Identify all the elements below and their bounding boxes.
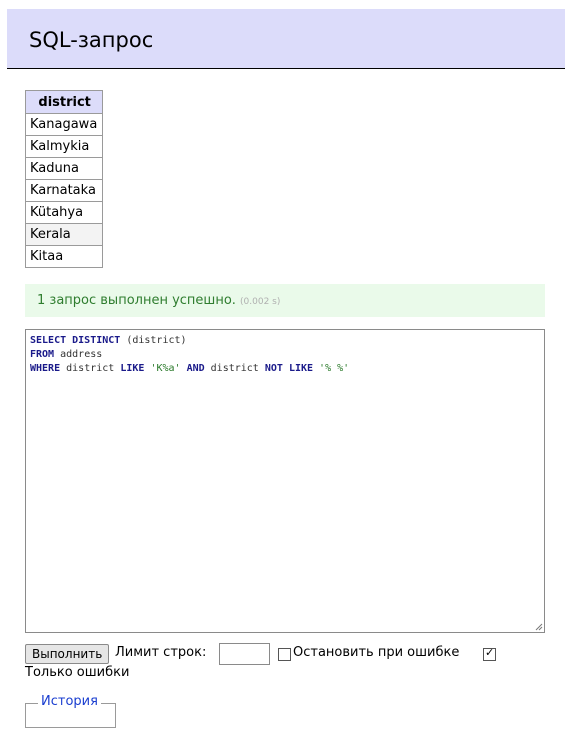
success-message: 1 запрос выполнен успешно. (0.002 s) [25,284,545,317]
sql-text: district [60,363,121,374]
table-cell: Kalmykia [24,135,104,158]
sql-string: 'K%a' [144,363,181,374]
sql-keyword: AND [180,363,205,374]
sql-string: '% %' [313,363,350,374]
table-cell: Kanagawa [24,113,104,136]
sql-text: (district) [120,335,187,346]
page-title: SQL-запрос [29,28,154,52]
sql-text: district [204,363,265,374]
table-row: Kütahya [24,201,104,224]
table-cell: Kaduna [24,157,104,180]
sql-code[interactable]: SELECT DISTINCT (district) FROM address … [30,334,349,376]
table-row: Kalmykia [24,135,104,158]
table-cell: Karnataka [24,179,104,202]
table-header-row: district [24,90,104,114]
sql-editor[interactable]: SELECT DISTINCT (district) FROM address … [25,329,545,633]
stop-on-error-label[interactable]: Остановить при ошибке [293,645,459,660]
sql-keyword: FROM [30,349,55,360]
sql-keyword: WHERE [30,363,61,374]
table-cell: Kitaa [24,245,104,268]
table-row: Kerala [24,223,104,246]
history-section: История [25,694,116,728]
result-table: district Kanagawa Kalmykia Kaduna Karnat… [24,90,104,268]
success-message-text: 1 запрос выполнен успешно. [37,293,236,308]
table-cell: Kütahya [24,201,104,224]
table-row: Kitaa [24,245,104,268]
row-limit-label: Лимит строк: [115,645,207,660]
table-row: Karnataka [24,179,104,202]
execute-button[interactable]: Выполнить [25,644,110,664]
table-row: Kaduna [24,157,104,180]
errors-only-label[interactable]: Только ошибки [25,665,129,680]
table-row: Kanagawa [24,113,104,136]
resize-grip-icon[interactable] [535,623,543,631]
row-limit-input[interactable] [219,643,270,665]
history-link[interactable]: История [38,694,101,709]
stop-on-error-checkbox[interactable] [278,648,291,661]
sql-text: address [54,349,103,360]
sql-keyword: NOT LIKE [264,363,314,374]
sql-keyword: LIKE [120,363,145,374]
sql-keyword: SELECT DISTINCT [30,335,121,346]
checkmark-icon: ✓ [485,646,495,659]
column-header-district[interactable]: district [24,90,104,114]
table-cell: Kerala [24,223,104,246]
page-header: SQL-запрос [7,9,565,69]
query-time: (0.002 s) [240,297,281,307]
errors-only-checkbox[interactable]: ✓ [483,646,496,661]
